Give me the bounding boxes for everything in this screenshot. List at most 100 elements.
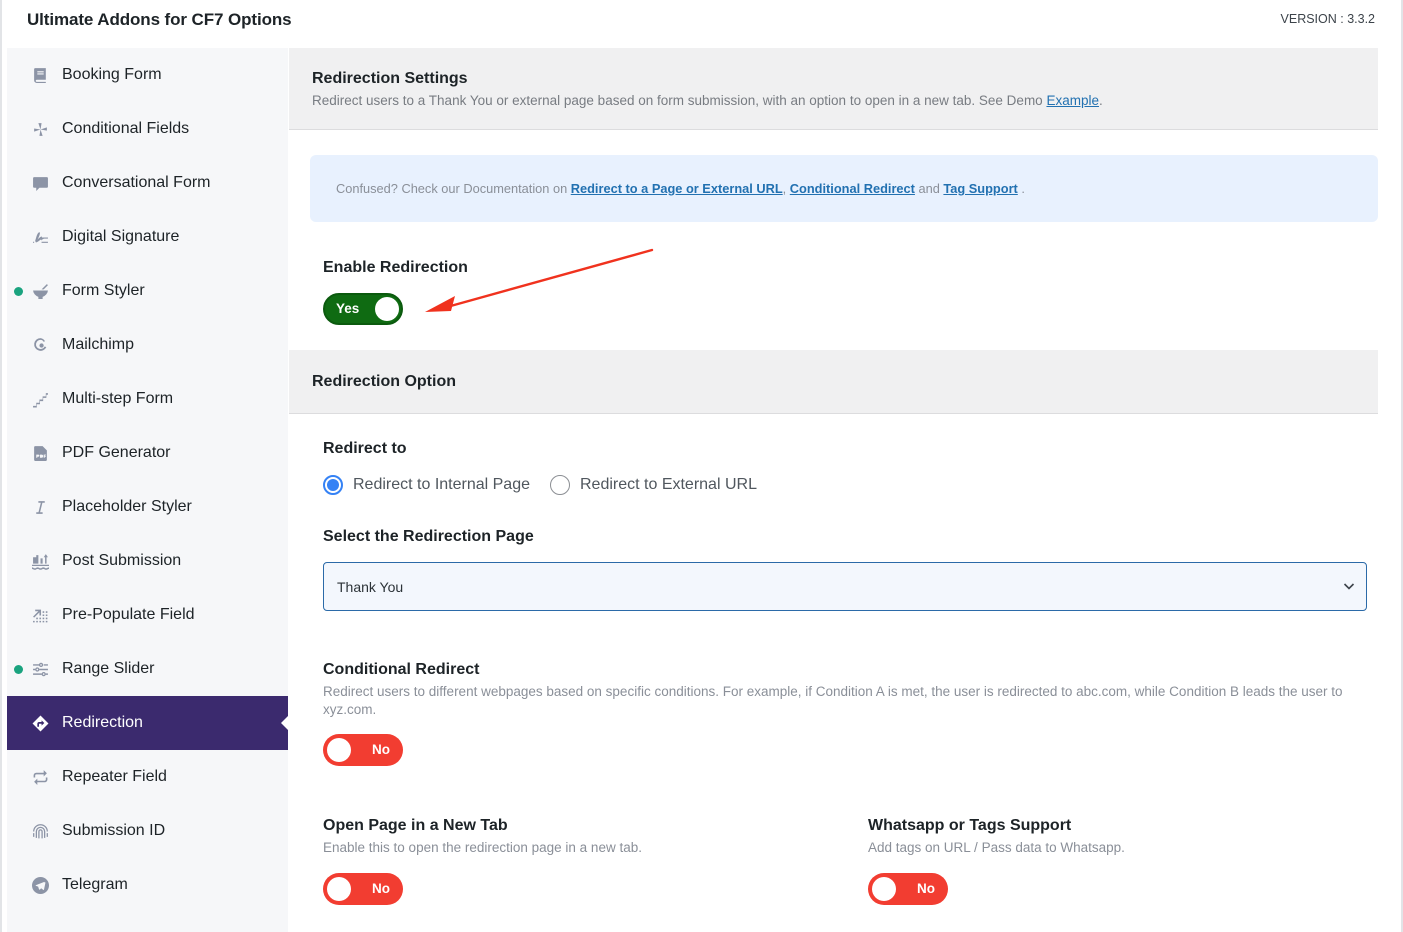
sidebar-item-label: Mailchimp [62,336,135,353]
upload-boxes-icon [31,552,49,570]
repeat-icon [31,768,49,786]
section-description: Redirect users to a Thank You or externa… [312,93,1103,108]
doc-link-redirect-page[interactable]: Redirect to a Page or External URL [571,181,783,196]
status-dot [14,286,23,296]
radio-button[interactable] [323,475,343,495]
sidebar-item-label: Conversational Form [62,174,211,191]
redirect-to-label: Redirect to [323,440,407,457]
toggle-knob [327,738,351,762]
sidebar-item-label: Submission ID [62,822,166,839]
signature-icon [31,228,49,246]
description-end: . [1098,93,1103,108]
new-tab-label: Open Page in a New Tab [323,817,508,834]
status-dot [14,664,23,674]
whatsapp-tags-label: Whatsapp or Tags Support [868,817,1072,834]
notice-suffix: . [1017,181,1025,196]
sidebar-item-label: Telegram [62,876,128,893]
radio-external-url[interactable]: Redirect to External URL [550,475,757,495]
sidebar-item-range-slider[interactable]: Range Slider [7,642,288,696]
select-page-label: Select the Redirection Page [323,528,534,545]
redirection-option-header: Redirection Option [289,350,1378,414]
sidebar-item-form-styler[interactable]: Form Styler [7,264,288,318]
toggle-text: Yes [336,301,360,316]
sidebar-item-digital-signature[interactable]: Digital Signature [7,210,288,264]
radio-label: Redirect to Internal Page [353,476,530,493]
conditional-redirect-toggle[interactable]: No [323,734,403,766]
sidebar-item-telegram[interactable]: Telegram [7,858,288,912]
toggle-text: No [372,742,390,757]
redirection-settings-header: Redirection Settings Redirect users to a… [289,48,1378,130]
sidebar-item-submission-id[interactable]: Submission ID [7,804,288,858]
fingerprint-icon [31,822,49,840]
notice-separator: , [782,181,790,196]
select-value: Thank You [337,579,404,595]
sidebar-item-label: Redirection [62,714,143,731]
conditional-redirect-label: Conditional Redirect [323,661,480,678]
sidebar-item-label: Multi-step Form [62,390,174,407]
top-bar: Ultimate Addons for CF7 Options VERSION … [2,0,1401,48]
active-indicator [281,715,289,731]
new-tab-description: Enable this to open the redirection page… [323,840,642,855]
version-label: VERSION : 3.3.2 [1280,12,1375,26]
main-panel: Redirection Settings Redirect users to a… [289,48,1378,932]
documentation-text: Confused? Check our Documentation on Red… [336,181,1025,196]
sidebar-item-label: Digital Signature [62,228,180,245]
sidebar-item-conditional-fields[interactable]: Conditional Fields [7,102,288,156]
italic-icon [31,498,49,516]
diamond-turn-icon [31,714,49,732]
conditional-redirect-description: Redirect users to different webpages bas… [323,684,1343,717]
sidebar-item-pdf-generator[interactable]: PDF Generator [7,426,288,480]
toggle-knob [375,297,399,321]
sidebar-item-label: Form Styler [62,282,145,299]
radio-label: Redirect to External URL [580,476,757,493]
sidebar: Booking Form Conditional Fields Conversa… [7,48,289,932]
sidebar-item-placeholder-styler[interactable]: Placeholder Styler [7,480,288,534]
pdf-file-icon [31,444,49,462]
mailchimp-icon [31,336,49,354]
sidebar-item-label: Range Slider [62,660,155,677]
radio-internal-page[interactable]: Redirect to Internal Page [323,475,530,495]
pinwheel-icon [31,120,49,138]
sidebar-item-label: Placeholder Styler [62,498,192,515]
radio-button[interactable] [550,475,570,495]
arrow-dots-icon [31,606,49,624]
options-page: Ultimate Addons for CF7 Options VERSION … [0,0,1403,932]
toggle-knob [327,877,351,901]
enable-redirection-label: Enable Redirection [323,259,468,276]
sidebar-item-mailchimp[interactable]: Mailchimp [7,318,288,372]
toggle-knob [872,877,896,901]
whatsapp-tags-toggle[interactable]: No [868,873,948,905]
sidebar-item-repeater-field[interactable]: Repeater Field [7,750,288,804]
doc-link-tag-support[interactable]: Tag Support [943,181,1017,196]
section-title: Redirection Option [312,373,456,390]
sidebar-item-label: Post Submission [62,552,182,569]
sidebar-item-label: Booking Form [62,66,162,83]
sidebar-item-conversational-form[interactable]: Conversational Form [7,156,288,210]
whatsapp-tags-description: Add tags on URL / Pass data to Whatsapp. [868,840,1125,855]
chevron-down-icon [1343,583,1355,590]
mortar-pestle-icon [31,282,49,300]
new-tab-toggle[interactable]: No [323,873,403,905]
section-title: Redirection Settings [312,70,468,87]
example-link[interactable]: Example [1046,93,1099,108]
sidebar-item-post-submission[interactable]: Post Submission [7,534,288,588]
sidebar-item-redirection[interactable]: Redirection [7,696,289,750]
app-title: Ultimate Addons for CF7 Options [27,10,292,29]
sidebar-item-label: Pre-Populate Field [62,606,195,623]
notice-prefix: Confused? Check our Documentation on [336,181,571,196]
description-text: Redirect users to a Thank You or externa… [312,93,1047,108]
telegram-icon [31,876,49,894]
enable-redirection-toggle[interactable]: Yes [323,293,403,325]
sidebar-item-pre-populate-field[interactable]: Pre-Populate Field [7,588,288,642]
sidebar-item-multi-step-form[interactable]: Multi-step Form [7,372,288,426]
redirect-to-radio-group: Redirect to Internal Page Redirect to Ex… [323,474,777,496]
sidebar-item-booking-form[interactable]: Booking Form [7,48,288,102]
redirection-page-select[interactable]: Thank You [323,562,1367,611]
sidebar-item-label: Repeater Field [62,768,167,785]
stairs-icon [31,390,49,408]
toggle-text: No [372,881,390,896]
sliders-icon [31,660,49,678]
sidebar-item-label: PDF Generator [62,444,171,461]
chat-bubble-icon [31,174,49,192]
doc-link-conditional-redirect[interactable]: Conditional Redirect [790,181,915,196]
